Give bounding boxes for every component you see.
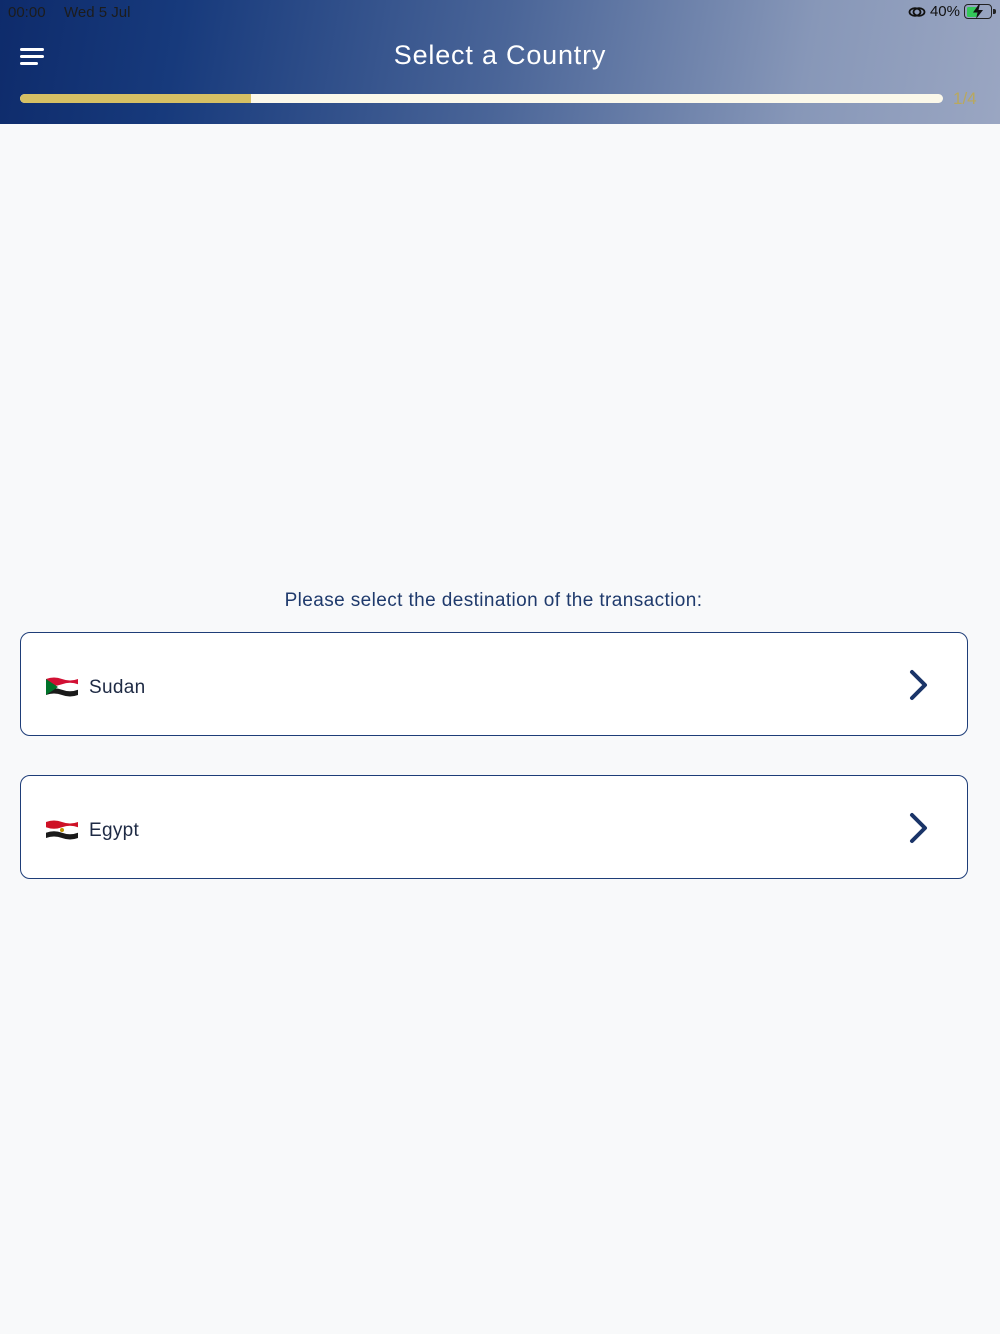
country-option-egypt[interactable]: Egypt xyxy=(20,775,968,879)
country-name: Sudan xyxy=(89,677,146,698)
app-header: 00:00 Wed 5 Jul 40% Select a Country 1/4 xyxy=(0,0,1000,124)
status-indicators: 40% xyxy=(908,3,996,20)
battery-percentage: 40% xyxy=(929,3,960,20)
progress-step-text: 1/4 xyxy=(953,89,977,108)
battery-icon xyxy=(964,4,996,19)
chevron-right-icon xyxy=(910,813,927,843)
link-icon xyxy=(908,6,926,17)
country-option-sudan[interactable]: Sudan xyxy=(20,632,968,736)
progress-bar xyxy=(20,94,943,103)
country-name: Egypt xyxy=(89,820,140,841)
status-bar: 00:00 Wed 5 Jul 40% xyxy=(0,0,1000,26)
status-date: Wed 5 Jul xyxy=(64,4,131,21)
chevron-right-icon xyxy=(910,670,927,700)
page-title: Select a Country xyxy=(393,40,607,70)
status-time: 00:00 xyxy=(8,4,46,21)
destination-prompt: Please select the destination of the tra… xyxy=(284,590,703,611)
sudan-flag-icon xyxy=(46,677,78,697)
egypt-flag-icon xyxy=(46,820,78,840)
progress-bar-fill xyxy=(20,94,251,103)
